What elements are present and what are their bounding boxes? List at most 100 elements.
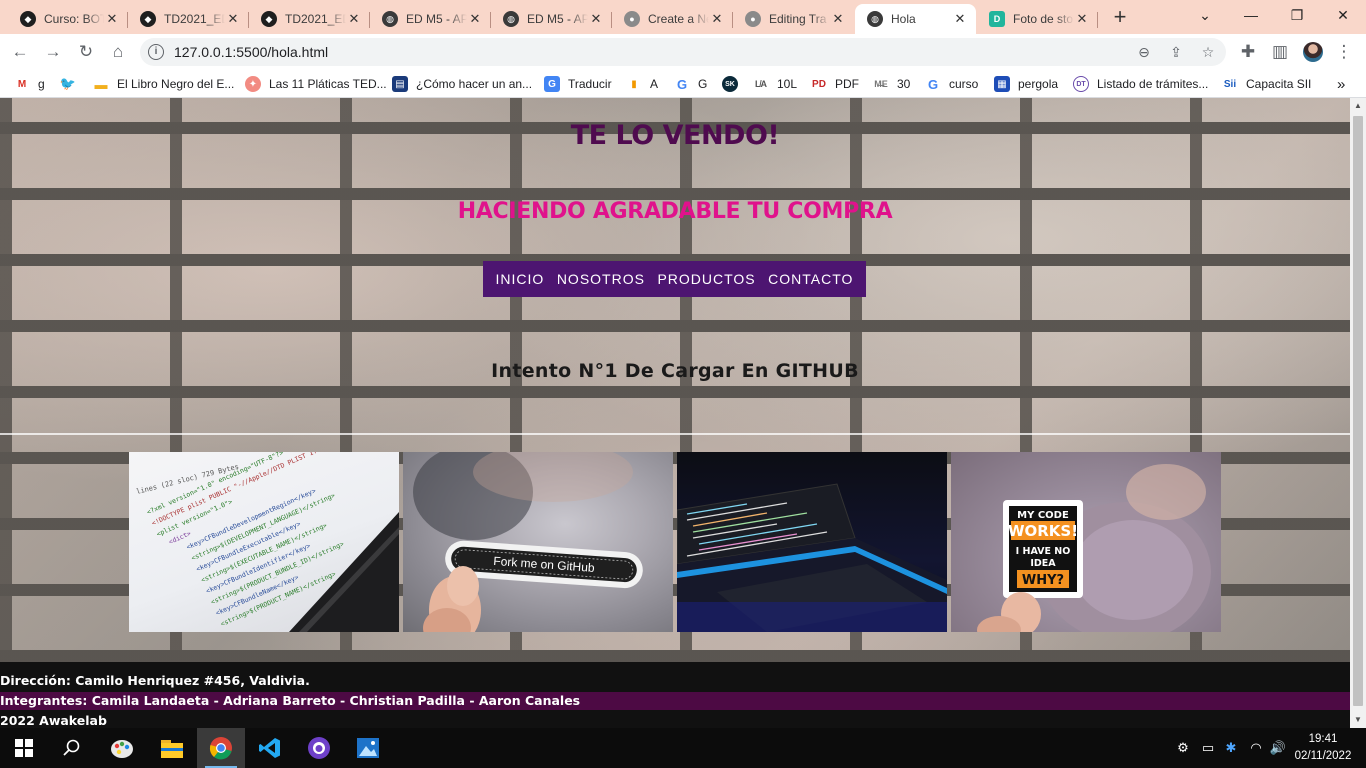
url-text[interactable]: 127.0.0.1:5500/hola.html — [174, 38, 328, 66]
browser-tab[interactable]: D Foto de sto ✕ — [977, 4, 1098, 34]
sticker-line: IDEA — [1030, 558, 1056, 569]
browser-tab[interactable]: ● Editing Tra ✕ — [733, 4, 854, 34]
volume-icon[interactable]: 🔊 — [1268, 728, 1288, 768]
site-info-icon[interactable]: i — [148, 44, 164, 60]
bookmark-item[interactable]: Sii Capacita SII — [1222, 70, 1312, 98]
menu-icon[interactable]: ⋮ — [1332, 40, 1356, 64]
nav-link-contacto[interactable]: CONTACTO — [768, 271, 853, 287]
scroll-thumb[interactable] — [1353, 116, 1363, 706]
close-icon[interactable]: ✕ — [104, 11, 120, 27]
bookmark-item[interactable]: ▮ A — [626, 70, 658, 98]
start-button[interactable] — [0, 728, 48, 768]
taskbar-photos[interactable] — [344, 728, 392, 768]
bluetooth-icon[interactable]: ✱ — [1222, 728, 1240, 768]
bookmark-item[interactable]: 🐦 — [60, 70, 84, 98]
bookmark-label: ¿Cómo hacer un an... — [416, 77, 533, 91]
browser-tab[interactable]: ◆ TD2021_ED ✕ — [249, 4, 370, 34]
close-icon[interactable]: ✕ — [830, 11, 846, 27]
bookmark-item[interactable]: PD PDF — [811, 70, 859, 98]
home-icon[interactable]: ⌂ — [106, 40, 130, 64]
la-icon: L̸A — [755, 79, 767, 89]
reload-icon[interactable]: ↻ — [74, 40, 98, 64]
bookmark-label: 10L — [777, 77, 798, 91]
restore-icon[interactable]: ❐ — [1274, 0, 1320, 30]
scroll-down-icon[interactable]: ▼ — [1350, 712, 1366, 728]
more-bookmarks-button[interactable]: » — [1337, 70, 1345, 98]
bookmark-item[interactable]: DT Listado de trámites... — [1073, 70, 1208, 98]
main-nav: INICIO NOSOTROS PRODUCTOS CONTACTO — [483, 261, 866, 297]
bookmark-item[interactable]: ▦ pergola — [994, 70, 1058, 98]
clock-date: 02/11/2022 — [1294, 750, 1352, 762]
avatar[interactable] — [1303, 42, 1323, 62]
browser-tab[interactable]: ● Create a Ne ✕ — [612, 4, 733, 34]
close-window-icon[interactable]: ✕ — [1320, 0, 1366, 30]
nav-link-productos[interactable]: PRODUCTOS — [657, 271, 755, 287]
tab-strip: ◆ Curso: BOTIC ✕ ◆ TD2021_ED ✕ ◆ TD2021_… — [0, 0, 1366, 34]
forward-icon[interactable]: → — [41, 40, 65, 64]
browser-tab[interactable]: ◍ ED M5 - AP ✕ — [370, 4, 491, 34]
close-icon[interactable]: ✕ — [588, 11, 604, 27]
address-bar[interactable]: i 127.0.0.1:5500/hola.html ⊖ ⇪ ☆ — [140, 38, 1226, 66]
bookmark-item[interactable]: SK — [722, 70, 746, 98]
bookmark-item[interactable]: ✦ Las 11 Pláticas TED... — [245, 70, 387, 98]
search-button[interactable] — [48, 728, 96, 768]
bookmark-item[interactable]: ▬ El Libro Negro del E... — [93, 70, 235, 98]
footer-address: Dirección: Camilo Henriquez #456, Valdiv… — [0, 673, 310, 688]
wifi-icon[interactable]: ◠ — [1246, 728, 1266, 768]
bookmark-item[interactable]: G curso — [925, 70, 978, 98]
browser-tab-active[interactable]: ◍ Hola ✕ — [855, 4, 976, 34]
scroll-up-icon[interactable]: ▲ — [1350, 98, 1366, 114]
nav-link-nosotros[interactable]: NOSOTROS — [557, 271, 645, 287]
folder-icon: ▬ — [94, 76, 108, 92]
battery-icon[interactable]: ▭ — [1198, 728, 1218, 768]
new-tab-button[interactable]: + — [1108, 6, 1132, 30]
bookmark-label: g — [38, 77, 45, 91]
bookmark-item[interactable]: L̸A 10L — [753, 70, 797, 98]
bookmark-item[interactable]: G G — [674, 70, 707, 98]
zoom-icon[interactable]: ⊖ — [1132, 40, 1156, 64]
taskbar-paint[interactable] — [98, 728, 146, 768]
back-icon[interactable]: ← — [8, 40, 32, 64]
close-icon[interactable]: ✕ — [346, 11, 362, 27]
sticker-illustration: Fork me on GitHub — [413, 452, 643, 632]
bookmark-label: curso — [949, 77, 979, 91]
system-clock[interactable]: 19:41 02/11/2022 — [1290, 731, 1356, 765]
taskbar-github-desktop[interactable] — [295, 728, 343, 768]
bookmark-label: 30 — [897, 77, 911, 91]
photo-code-works-sticker: MY CODE WORKS! I HAVE NO IDEA WHY? — [951, 452, 1221, 632]
globe-icon: ◍ — [867, 11, 883, 27]
bookmark-label: PDF — [835, 77, 859, 91]
photo-code-xml: lines (22 sloc) 729 Bytes <?xml version=… — [129, 452, 399, 632]
sticker-line: WHY? — [1022, 573, 1064, 588]
bookmark-star-icon[interactable]: ☆ — [1196, 40, 1220, 64]
nav-link-inicio[interactable]: INICIO — [496, 271, 545, 287]
network-settings-icon[interactable]: ⚙ — [1174, 728, 1192, 768]
minimize-icon[interactable]: — — [1228, 0, 1274, 30]
page-tagline: HACIENDO AGRADABLE TU COMPRA — [457, 199, 893, 224]
bookmark-item[interactable]: M g — [14, 70, 45, 98]
extensions-icon[interactable]: ✚ — [1236, 40, 1260, 64]
bookmark-item[interactable]: G Traducir — [544, 70, 612, 98]
page-scrollbar[interactable]: ▲ ▼ — [1350, 98, 1366, 728]
side-panel-icon[interactable]: ▥ — [1268, 40, 1292, 64]
close-icon[interactable]: ✕ — [709, 11, 725, 27]
taskbar-chrome[interactable] — [197, 728, 245, 768]
bookmark-item[interactable]: M̶E 30 — [873, 70, 910, 98]
browser-tab[interactable]: ◆ Curso: BOTIC ✕ — [8, 4, 128, 34]
bookmark-item[interactable]: ▤ ¿Cómo hacer un an... — [392, 70, 532, 98]
tab-title: Hola — [891, 12, 916, 26]
photos-icon — [357, 738, 379, 758]
windows-taskbar: ⚙ ▭ ✱ ◠ 🔊 19:41 02/11/2022 — [0, 728, 1366, 768]
close-icon[interactable]: ✕ — [225, 11, 241, 27]
taskbar-file-explorer[interactable] — [148, 728, 196, 768]
close-icon[interactable]: ✕ — [952, 11, 968, 27]
browser-tab[interactable]: ◍ ED M5 - AP ✕ — [491, 4, 612, 34]
share-icon[interactable]: ⇪ — [1164, 40, 1188, 64]
browser-tab[interactable]: ◆ TD2021_ED ✕ — [128, 4, 249, 34]
close-icon[interactable]: ✕ — [467, 11, 483, 27]
page-footer: Dirección: Camilo Henriquez #456, Valdiv… — [0, 662, 1350, 728]
chart-icon: ▮ — [631, 78, 637, 90]
tab-search-icon[interactable]: ⌄ — [1182, 0, 1228, 30]
taskbar-vscode[interactable] — [246, 728, 294, 768]
close-icon[interactable]: ✕ — [1074, 11, 1090, 27]
